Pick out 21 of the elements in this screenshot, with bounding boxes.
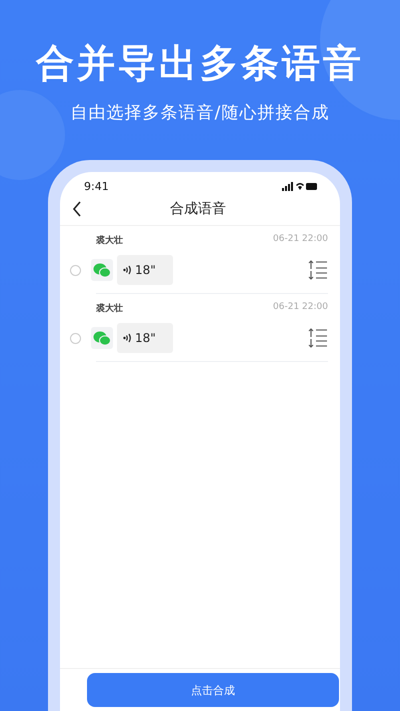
sort-icon[interactable] xyxy=(308,328,328,348)
voice-message[interactable]: 18" xyxy=(117,323,173,353)
subtitle: 自由选择多条语音/随心拼接合成 xyxy=(70,102,330,124)
select-radio[interactable] xyxy=(70,332,81,344)
message-time: 06-21 22:00 xyxy=(273,234,328,246)
sender-name: 裘大壮 xyxy=(96,302,123,315)
message-time: 06-21 22:00 xyxy=(273,302,328,314)
screen-title: 合成语音 xyxy=(169,200,227,218)
sender-name: 裘大壮 xyxy=(96,234,123,247)
sound-wave-icon xyxy=(123,265,132,275)
status-icons xyxy=(282,182,318,191)
compose-button[interactable]: 点击合成 xyxy=(87,673,339,707)
back-icon[interactable] xyxy=(72,201,82,217)
chat-app-icon xyxy=(91,327,113,349)
sound-wave-icon xyxy=(123,333,132,343)
headline: 合并导出多条语音 xyxy=(36,40,364,87)
voice-message[interactable]: 18" xyxy=(117,255,173,285)
select-radio[interactable] xyxy=(70,264,81,276)
status-time: 9:41 xyxy=(84,180,109,193)
sort-icon[interactable] xyxy=(308,260,328,280)
chat-app-icon xyxy=(91,259,113,281)
